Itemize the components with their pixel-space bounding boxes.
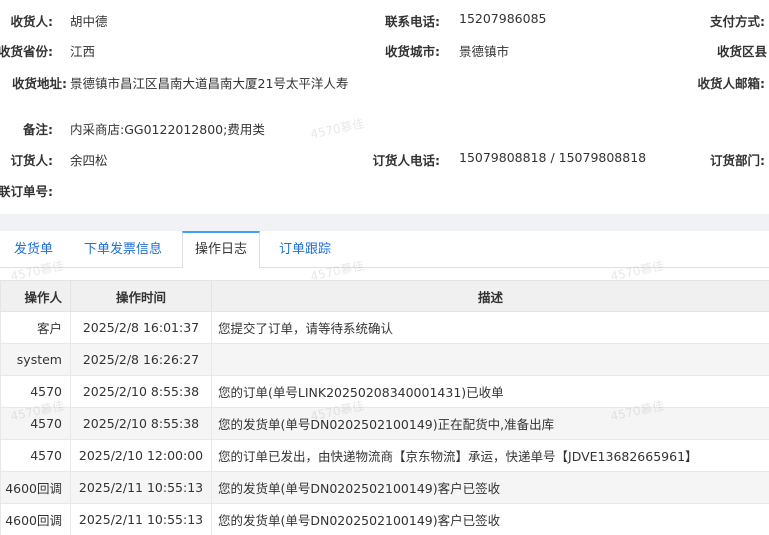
cell-operator: 4600回调 bbox=[0, 471, 71, 504]
tabs-panel: 发货单 下单发票信息 操作日志 订单跟踪 操作人 操作时间 描述 客户 2025… bbox=[0, 231, 769, 535]
orderer-value: 余四松 bbox=[70, 153, 108, 168]
remark-value: 内采商店:GG0122012800;费用类 bbox=[70, 122, 265, 137]
table-header-row: 操作人 操作时间 描述 bbox=[0, 280, 769, 312]
cell-operator: 4570 bbox=[0, 439, 71, 472]
phone-value: 15207986085 bbox=[459, 11, 547, 26]
orderer-phone-label: 订货人电话: bbox=[372, 153, 441, 168]
phone-label: 联系电话: bbox=[385, 14, 440, 29]
receiver-value: 胡中德 bbox=[70, 14, 108, 29]
tab-operation-log[interactable]: 操作日志 bbox=[182, 231, 261, 269]
orderer-phone-value: 15079808818 / 15079808818 bbox=[459, 150, 647, 165]
payment-label: 支付方式: bbox=[710, 14, 765, 29]
cell-time: 2025/2/11 10:55:13 bbox=[70, 471, 212, 504]
province-label: 收货省份: bbox=[0, 44, 53, 59]
cell-description: 您提交了订单，请等待系统确认 bbox=[211, 311, 769, 344]
receiver-label: 收货人: bbox=[10, 14, 54, 29]
order-info-panel: 收货人: 胡中德 联系电话: 15207986085 支付方式: 收货省份: 江… bbox=[0, 0, 769, 214]
cell-time: 2025/2/8 16:01:37 bbox=[70, 311, 212, 344]
cell-description: 您的发货单(单号DN0202502100149)客户已签收 bbox=[211, 503, 769, 535]
table-row: 4570 2025/2/10 12:00:00 您的订单已发出，由快递物流商【京… bbox=[0, 439, 769, 472]
province-value: 江西 bbox=[70, 44, 96, 59]
table-row: 4600回调 2025/2/11 10:55:13 您的发货单(单号DN0202… bbox=[0, 503, 769, 535]
cell-operator: 4570 bbox=[0, 407, 71, 440]
info-row-receiver: 收货人: 胡中德 联系电话: 15207986085 支付方式: bbox=[0, 11, 769, 31]
info-row-address: 收货地址: 景德镇市昌江区昌南大道昌南大厦21号太平洋人寿 收货人邮箱: bbox=[0, 73, 769, 93]
remark-label: 备注: bbox=[23, 122, 53, 137]
district-label: 收货区县 bbox=[717, 44, 768, 59]
table-row: 4600回调 2025/2/11 10:55:13 您的发货单(单号DN0202… bbox=[0, 471, 769, 504]
cell-description: 您的发货单(单号DN0202502100149)正在配货中,准备出库 bbox=[211, 407, 769, 440]
header-operation-time: 操作时间 bbox=[70, 280, 212, 312]
ref-order-label: 联订单号: bbox=[0, 184, 53, 199]
cell-time: 2025/2/10 12:00:00 bbox=[70, 439, 212, 472]
cell-operator: system bbox=[0, 343, 71, 376]
info-row-orderer: 订货人: 余四松 订货人电话: 15079808818 / 1507980881… bbox=[0, 150, 769, 170]
cell-description: 您的发货单(单号DN0202502100149)客户已签收 bbox=[211, 471, 769, 504]
cell-description: 您的订单已发出，由快递物流商【京东物流】承运，快递单号【JDVE13682665… bbox=[211, 439, 769, 472]
city-value: 景德镇市 bbox=[459, 44, 510, 59]
table-row: 客户 2025/2/8 16:01:37 您提交了订单，请等待系统确认 bbox=[0, 311, 769, 344]
cell-time: 2025/2/10 8:55:38 bbox=[70, 407, 212, 440]
tab-bar: 发货单 下单发票信息 操作日志 订单跟踪 bbox=[0, 231, 769, 269]
header-description: 描述 bbox=[211, 280, 769, 312]
cell-operator: 客户 bbox=[0, 311, 71, 344]
address-label: 收货地址: bbox=[12, 76, 67, 91]
dept-label: 订货部门: bbox=[710, 153, 765, 168]
operation-log-table: 操作人 操作时间 描述 客户 2025/2/8 16:01:37 您提交了订单，… bbox=[0, 280, 769, 535]
table-row: 4570 2025/2/10 8:55:38 您的订单(单号LINK202502… bbox=[0, 375, 769, 408]
info-row-region: 收货省份: 江西 收货城市: 景德镇市 收货区县 bbox=[0, 41, 769, 61]
info-row-remark: 备注: 内采商店:GG0122012800;费用类 bbox=[0, 119, 769, 139]
cell-description: 您的订单(单号LINK20250208340001431)已收单 bbox=[211, 375, 769, 408]
header-operator: 操作人 bbox=[0, 280, 71, 312]
email-label: 收货人邮箱: bbox=[697, 76, 766, 91]
info-row-ref: 联订单号: bbox=[0, 181, 769, 201]
address-value: 景德镇市昌江区昌南大道昌南大厦21号太平洋人寿 bbox=[70, 76, 349, 91]
cell-time: 2025/2/10 8:55:38 bbox=[70, 375, 212, 408]
tab-invoice-info[interactable]: 下单发票信息 bbox=[84, 231, 162, 268]
tab-order-tracking[interactable]: 订单跟踪 bbox=[279, 231, 331, 268]
table-row: 4570 2025/2/10 8:55:38 您的发货单(单号DN0202502… bbox=[0, 407, 769, 440]
cell-time: 2025/2/8 16:26:27 bbox=[70, 343, 212, 376]
tab-shipment[interactable]: 发货单 bbox=[14, 231, 53, 268]
cell-operator: 4570 bbox=[0, 375, 71, 408]
cell-time: 2025/2/11 10:55:13 bbox=[70, 503, 212, 535]
cell-operator: 4600回调 bbox=[0, 503, 71, 535]
table-row: system 2025/2/8 16:26:27 bbox=[0, 343, 769, 376]
cell-description bbox=[211, 343, 769, 376]
city-label: 收货城市: bbox=[385, 44, 440, 59]
orderer-label: 订货人: bbox=[10, 153, 54, 168]
